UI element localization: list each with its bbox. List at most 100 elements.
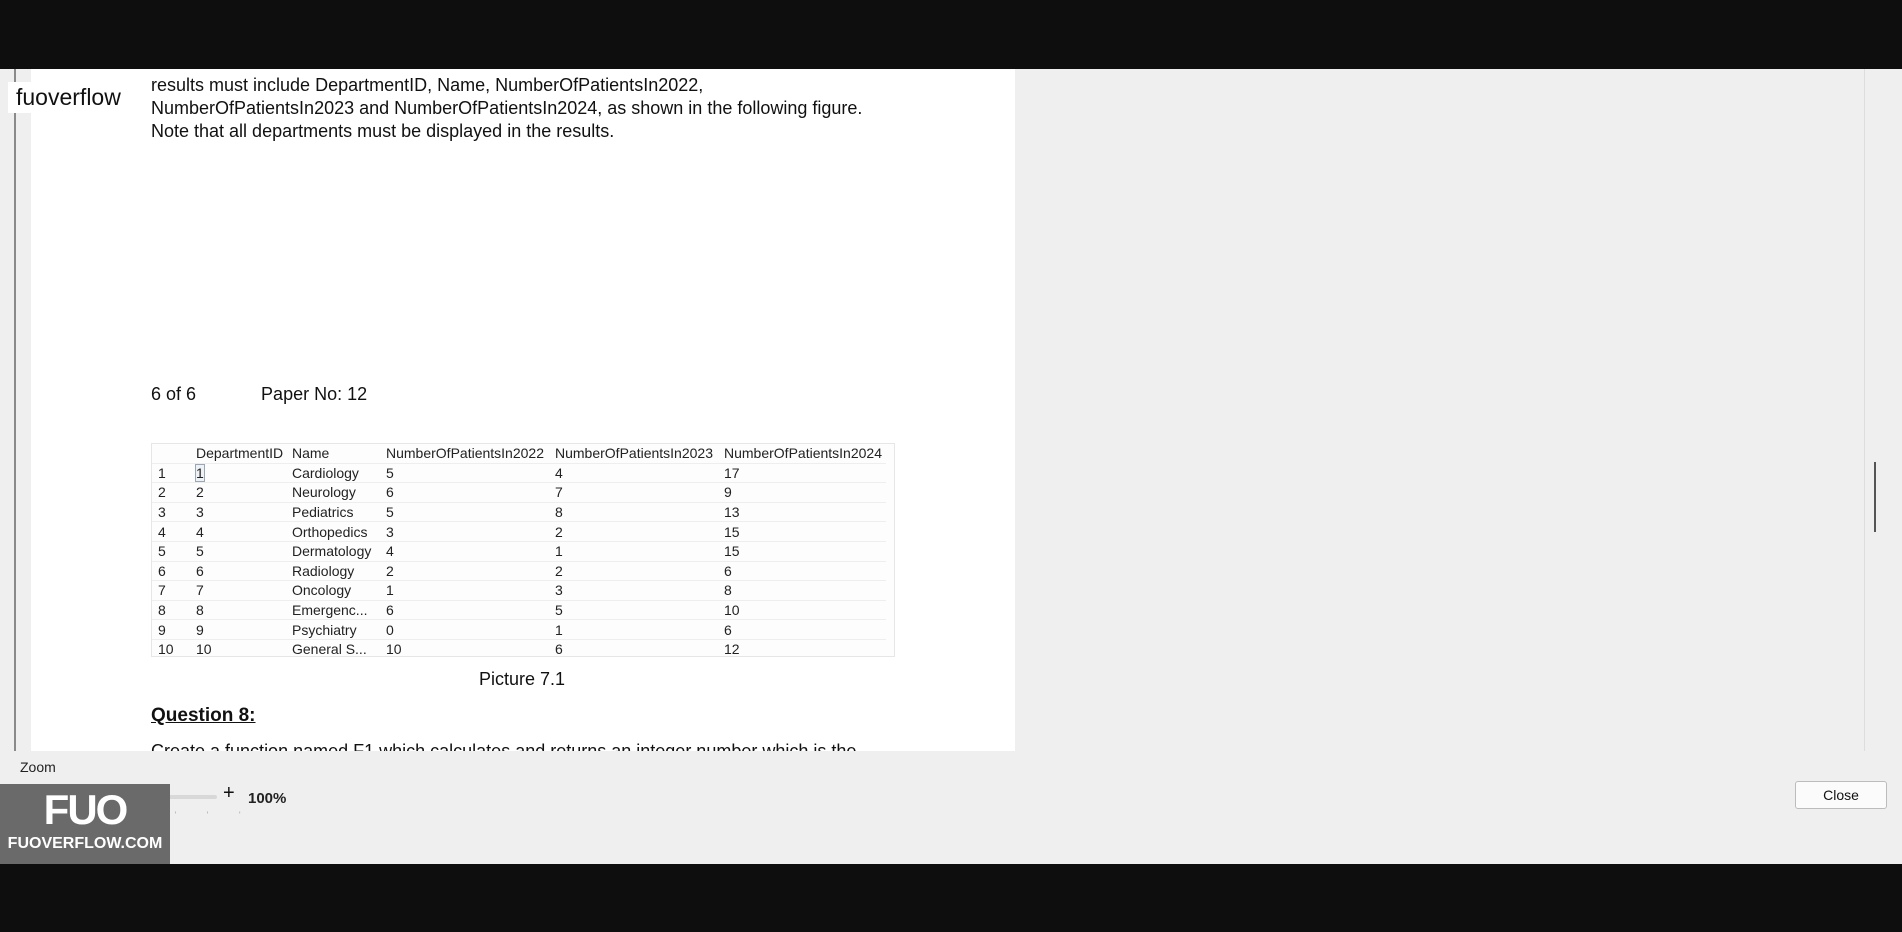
- question-heading: Question 8:: [151, 705, 256, 726]
- column-header: DepartmentID: [196, 445, 284, 462]
- selected-cell: 1: [195, 463, 205, 482]
- table-cell: 5: [194, 540, 290, 562]
- zoom-value: 100%: [248, 790, 287, 807]
- table-header-row: DepartmentID Name NumberOfPatientsIn2022…: [152, 444, 886, 463]
- table-cell: 4: [384, 540, 553, 562]
- scrollbar-thumb[interactable]: [1874, 462, 1876, 532]
- table-cell: 8: [553, 501, 722, 522]
- table-cell: 15: [722, 521, 886, 542]
- column-header: Name: [292, 445, 330, 462]
- table-cell: 1: [553, 540, 722, 562]
- table-cell: 15: [722, 540, 886, 562]
- table-cell: 2: [553, 521, 722, 542]
- row-number: 6: [152, 560, 194, 581]
- table-row: 7 7 Oncology 1 3 8: [152, 580, 886, 601]
- table-cell: 7: [194, 580, 290, 601]
- zoom-in-button[interactable]: +: [223, 782, 235, 805]
- table-cell: Cardiology: [290, 462, 384, 483]
- table-row: 10 10 General S... 10 6 12: [152, 638, 886, 659]
- table-cell: 6: [384, 482, 553, 503]
- column-header: NumberOfPatientsIn2022: [386, 445, 544, 462]
- table-row: 4 4 Orthopedics 3 2 15: [152, 521, 886, 542]
- row-number: 7: [152, 580, 194, 601]
- table-cell: 2: [194, 482, 290, 503]
- table-cell: Pediatrics: [290, 501, 384, 522]
- table-cell: 6: [722, 619, 886, 640]
- table-cell: 4: [553, 462, 722, 483]
- table-row: 8 8 Emergenc... 6 5 10: [152, 599, 886, 620]
- table-cell: 2: [384, 560, 553, 581]
- table-cell: 5: [384, 462, 553, 483]
- doc-line-3: Note that all departments must be displa…: [151, 121, 615, 141]
- row-number-header: [152, 444, 194, 463]
- table-cell: 10: [384, 638, 553, 659]
- doc-cut-line: Create a function named F1 which calcula…: [151, 741, 857, 751]
- table-cell: 10: [722, 599, 886, 620]
- results-table-figure: DepartmentID Name NumberOfPatientsIn2022…: [151, 443, 895, 659]
- logo-text: FUOVERFLOW.COM: [7, 835, 163, 852]
- document-viewer-window: results must include DepartmentID, Name,…: [0, 69, 1902, 864]
- table-row: 3 3 Pediatrics 5 8 13: [152, 501, 886, 522]
- results-table: DepartmentID Name NumberOfPatientsIn2022…: [152, 444, 886, 659]
- table-row: 9 9 Psychiatry 0 1 6: [152, 619, 886, 640]
- column-header: NumberOfPatientsIn2023: [555, 445, 713, 462]
- left-divider: [14, 69, 16, 751]
- row-number: 4: [152, 521, 194, 542]
- table-cell: 1: [384, 580, 553, 601]
- table-cell: Neurology: [290, 482, 384, 503]
- row-number: 10: [152, 638, 194, 659]
- table-cell: 6: [553, 638, 722, 659]
- table-cell: 2: [553, 560, 722, 581]
- table-cell: Orthopedics: [290, 521, 384, 542]
- table-cell: 9: [722, 482, 886, 503]
- table-cell: Emergenc...: [290, 599, 384, 620]
- table-cell: 8: [194, 599, 290, 620]
- table-cell: 6: [722, 560, 886, 581]
- row-number: 1: [152, 462, 194, 483]
- row-number: 9: [152, 619, 194, 640]
- table-cell: Psychiatry: [290, 619, 384, 640]
- table-cell: 1: [553, 619, 722, 640]
- table-row: 6 6 Radiology 2 2 6: [152, 560, 886, 581]
- table-cell: 3: [194, 501, 290, 522]
- page-number: 6 of 6: [151, 384, 197, 404]
- table-cell: 10: [194, 638, 290, 659]
- table-cell: 17: [722, 462, 886, 483]
- table-cell: 5: [553, 599, 722, 620]
- table-row: 5 5 Dermatology 4 1 15: [152, 540, 886, 562]
- table-cell: Radiology: [290, 560, 384, 581]
- table-cell: 3: [384, 521, 553, 542]
- table-cell: 0: [384, 619, 553, 640]
- fuoverflow-watermark: fuoverflow: [8, 82, 129, 113]
- table-cell: Oncology: [290, 580, 384, 601]
- table-cell: 6: [194, 560, 290, 581]
- table-cell: General S...: [290, 638, 384, 659]
- table-cell: 13: [722, 501, 886, 522]
- logo-mark: FUO: [43, 786, 129, 833]
- document-page[interactable]: results must include DepartmentID, Name,…: [31, 69, 1015, 751]
- row-number: 8: [152, 599, 194, 620]
- page-footer: 6 of 6 Paper No: 12: [151, 384, 367, 405]
- doc-line-1: results must include DepartmentID, Name,…: [151, 75, 704, 95]
- close-button[interactable]: Close: [1795, 781, 1887, 809]
- table-cell: 7: [553, 482, 722, 503]
- table-cell: 4: [194, 521, 290, 542]
- row-number: 2: [152, 482, 194, 503]
- doc-line-2: NumberOfPatientsIn2023 and NumberOfPatie…: [151, 98, 863, 118]
- column-header: NumberOfPatientsIn2024: [724, 445, 882, 462]
- table-row: 1 1 Cardiology 5 4 17: [152, 462, 886, 483]
- table-cell: 9: [194, 619, 290, 640]
- table-cell: 12: [722, 638, 886, 659]
- row-number: 5: [152, 540, 194, 562]
- table-cell: 6: [384, 599, 553, 620]
- table-cell: Dermatology: [290, 540, 384, 562]
- zoom-label: Zoom: [20, 759, 56, 775]
- fuoverflow-logo: FUO FUOVERFLOW.COM: [0, 784, 170, 864]
- vertical-scrollbar[interactable]: [1864, 69, 1885, 751]
- row-number: 3: [152, 501, 194, 522]
- table-cell: 5: [384, 501, 553, 522]
- paper-number: Paper No: 12: [261, 384, 368, 404]
- table-row: 2 2 Neurology 6 7 9: [152, 482, 886, 503]
- table-cell: 8: [722, 580, 886, 601]
- table-cell: 1: [194, 462, 290, 483]
